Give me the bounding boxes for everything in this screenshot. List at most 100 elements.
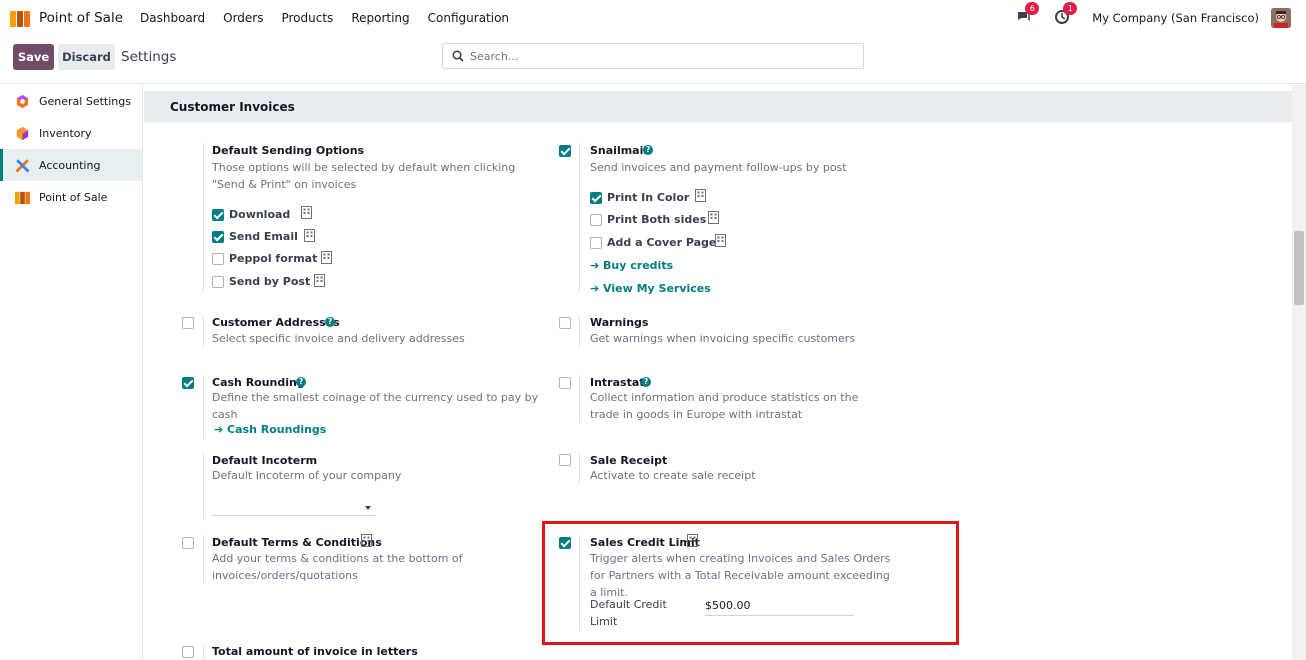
divider <box>579 143 580 293</box>
search-bar[interactable] <box>442 43 864 69</box>
caret-down-icon <box>365 506 371 510</box>
section-title: Customer Invoices <box>170 100 295 114</box>
print-both-sides-checkbox[interactable] <box>590 214 602 226</box>
save-button[interactable]: Save <box>13 44 54 70</box>
snailmail-checkbox[interactable] <box>559 145 571 157</box>
intrastat-desc: Collect information and produce statisti… <box>590 391 859 421</box>
company-building-icon <box>301 206 312 219</box>
company-building-icon <box>321 251 332 264</box>
discard-button[interactable]: Discard <box>58 44 115 70</box>
sales-credit-limit-highlight <box>542 521 959 645</box>
activities-icon[interactable]: 1 <box>1054 2 1078 27</box>
intrastat-title: Intrastat <box>590 376 645 389</box>
print-in-color-label: Print In Color <box>607 191 690 204</box>
customer-addresses-title: Customer Addresses <box>212 316 340 329</box>
company-building-icon <box>304 229 315 242</box>
search-input[interactable] <box>470 49 850 63</box>
divider <box>203 375 204 439</box>
default-incoterm-title: Default Incoterm <box>212 454 318 467</box>
menu-dashboard[interactable]: Dashboard <box>140 11 205 25</box>
main-menu: Dashboard Orders Products Reporting Conf… <box>140 11 527 25</box>
sale-receipt-title: Sale Receipt <box>590 454 668 467</box>
general-settings-icon <box>16 94 29 108</box>
cash-rounding-title: Cash Rounding <box>212 376 305 389</box>
breadcrumb: Settings <box>121 49 177 65</box>
point-of-sale-app-icon[interactable] <box>10 9 32 27</box>
company-building-icon <box>715 234 726 247</box>
buy-credits-link[interactable]: ➔ Buy credits <box>590 259 673 272</box>
arrow-right-icon: ➔ <box>214 423 228 436</box>
divider <box>203 644 204 660</box>
sidebar-item-accounting[interactable]: Accounting <box>0 149 142 181</box>
inventory-icon <box>16 126 29 140</box>
amount-in-letters-checkbox[interactable] <box>182 646 194 658</box>
arrow-right-icon: ➔ <box>590 259 604 272</box>
search-icon <box>452 50 464 62</box>
sidebar-item-label: General Settings <box>39 94 131 108</box>
sidebar-item-label: Inventory <box>39 126 92 140</box>
view-my-services-link[interactable]: ➔ View My Services <box>590 282 711 295</box>
help-icon[interactable]: ? <box>641 377 651 387</box>
download-checkbox[interactable] <box>212 209 224 221</box>
terms-conditions-checkbox[interactable] <box>182 537 194 549</box>
point-of-sale-icon <box>15 191 30 204</box>
sale-receipt-checkbox[interactable] <box>559 454 571 466</box>
warnings-checkbox[interactable] <box>559 317 571 329</box>
help-icon[interactable]: ? <box>643 145 653 155</box>
incoterm-select[interactable] <box>212 498 375 516</box>
send-by-post-checkbox[interactable] <box>212 276 224 288</box>
sending-options-desc: Those options will be selected by defaul… <box>212 161 516 191</box>
peppol-format-label: Peppol format <box>229 252 318 265</box>
page-scrollbar[interactable] <box>1292 85 1306 660</box>
sidebar-item-label: Accounting <box>39 158 101 172</box>
settings-sidebar: General Settings Inventory Accounting Po… <box>0 85 143 660</box>
company-switcher[interactable]: My Company (San Francisco) <box>1092 11 1259 25</box>
add-cover-page-label: Add a Cover Page <box>607 236 717 249</box>
cash-rounding-checkbox[interactable] <box>182 377 194 389</box>
send-email-checkbox[interactable] <box>212 231 224 243</box>
top-navbar: Point of Sale Dashboard Orders Products … <box>0 0 1306 36</box>
messages-icon[interactable]: 6 <box>1016 2 1040 27</box>
divider <box>203 143 204 293</box>
warnings-title: Warnings <box>590 316 649 329</box>
menu-orders[interactable]: Orders <box>223 11 263 25</box>
print-in-color-checkbox[interactable] <box>590 192 602 204</box>
customer-addresses-desc: Select specific invoice and delivery add… <box>212 332 465 345</box>
company-building-icon <box>695 189 706 202</box>
terms-conditions-desc: Add your terms & conditions at the botto… <box>212 552 463 582</box>
intrastat-checkbox[interactable] <box>559 377 571 389</box>
print-both-sides-label: Print Both sides <box>607 213 707 226</box>
help-icon[interactable]: ? <box>325 317 335 327</box>
peppol-format-checkbox[interactable] <box>212 253 224 265</box>
divider <box>579 453 580 485</box>
menu-reporting[interactable]: Reporting <box>351 11 409 25</box>
customer-addresses-checkbox[interactable] <box>182 317 194 329</box>
sidebar-item-inventory[interactable]: Inventory <box>0 117 142 149</box>
warnings-desc: Get warnings when invoicing specific cus… <box>590 332 856 345</box>
sidebar-item-label: Point of Sale <box>39 190 108 204</box>
help-icon[interactable]: ? <box>296 377 306 387</box>
sidebar-item-point-of-sale[interactable]: Point of Sale <box>0 181 142 213</box>
menu-configuration[interactable]: Configuration <box>428 11 509 25</box>
control-panel: Save Discard Settings <box>0 36 1306 84</box>
send-email-label: Send Email <box>229 230 298 243</box>
menu-products[interactable]: Products <box>281 11 333 25</box>
app-name[interactable]: Point of Sale <box>39 10 123 26</box>
company-building-icon <box>314 274 325 287</box>
scrollbar-thumb[interactable] <box>1294 231 1304 305</box>
add-cover-page-checkbox[interactable] <box>590 237 602 249</box>
user-avatar[interactable] <box>1271 8 1291 28</box>
download-label: Download <box>229 208 291 221</box>
cash-roundings-link[interactable]: ➔ Cash Roundings <box>214 423 326 436</box>
amount-in-letters-title: Total amount of invoice in letters <box>212 645 418 658</box>
divider <box>203 535 204 583</box>
divider <box>203 453 204 519</box>
sidebar-item-general-settings[interactable]: General Settings <box>0 85 142 117</box>
company-building-icon <box>708 211 719 224</box>
sale-receipt-desc: Activate to create sale receipt <box>590 469 756 482</box>
messages-badge: 6 <box>1025 2 1040 15</box>
section-header: Customer Invoices <box>144 91 1292 122</box>
default-incoterm-desc: Default Incoterm of your company <box>212 469 402 482</box>
company-building-icon <box>361 534 372 547</box>
divider <box>579 315 580 347</box>
